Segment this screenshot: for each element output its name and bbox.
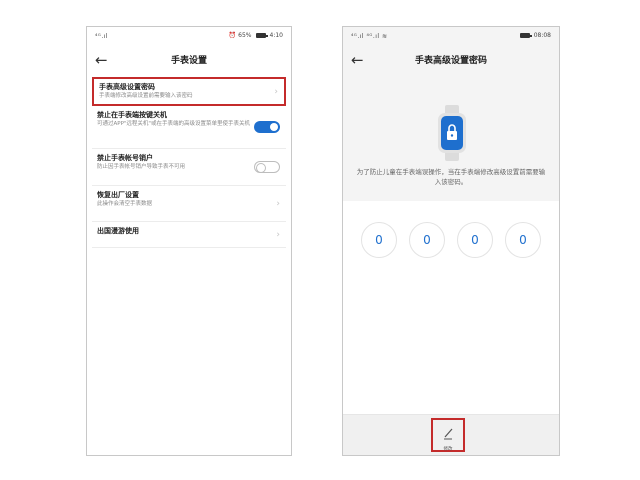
chevron-right-icon: › [276, 229, 280, 240]
clock-time: 4:10 [269, 32, 283, 39]
bottom-toolbar: 修改 [343, 414, 559, 455]
alarm-icon: ⏰ [228, 32, 237, 39]
edit-button[interactable]: 修改 [431, 418, 465, 452]
toggle-knob [256, 163, 266, 173]
setting-subtitle: 防止因手表帐号销户导致手表不可用 [97, 164, 186, 170]
title-bar: ← 手表高级设置密码 [343, 45, 559, 79]
pencil-icon [444, 428, 453, 440]
setting-title: 恢复出厂设置 [97, 191, 139, 199]
setting-item-roaming[interactable]: 出国漫游使用 › [92, 222, 286, 248]
setting-item-disable-account-deletion[interactable]: 禁止手表帐号销户 防止因手表帐号销户导致手表不可用 [92, 149, 286, 186]
password-digit: 0 [505, 222, 541, 258]
password-digits: 0 0 0 0 [361, 222, 541, 258]
toggle-switch-off[interactable] [254, 161, 280, 173]
setting-title: 禁止在手表端按键关机 [97, 111, 167, 119]
page-title: 手表设置 [170, 56, 207, 66]
signal-indicator: ⁴ᴳ.ıl [95, 33, 109, 40]
password-screen: ⁴ᴳ.ıl ⁴ᴳ.ıl ≋ 08:08 ← 手表高级设置密码 为了防止儿童在手表… [342, 26, 560, 456]
password-digit: 0 [457, 222, 493, 258]
password-description: 为了防止儿童在手表端误操作，当在手表端修改高级设置前需要输入该密码。 [356, 168, 546, 186]
setting-item-factory-reset[interactable]: 恢复出厂设置 此操作会清空手表数据 › [92, 186, 286, 222]
battery-icon [255, 33, 268, 38]
chevron-right-icon: › [274, 86, 278, 97]
setting-item-advanced-password[interactable]: 手表高级设置密码 手表端修改高级设置前需要输入该密码 › [92, 77, 286, 106]
chevron-right-icon: › [276, 198, 280, 209]
page-title: 手表高级设置密码 [414, 56, 487, 66]
clock-time: 08:08 [533, 32, 551, 39]
battery-icon [519, 33, 532, 38]
setting-item-disable-power-off[interactable]: 禁止在手表端按键关机 可通过APP"远程关机"或在手表端的高级设置菜单里使手表关… [92, 106, 286, 149]
password-digit: 0 [361, 222, 397, 258]
signal-indicator: ⁴ᴳ.ıl ⁴ᴳ.ıl ≋ [351, 33, 388, 40]
setting-title: 禁止手表帐号销户 [97, 154, 153, 162]
title-bar: ← 手表设置 [87, 45, 291, 79]
setting-subtitle: 此操作会清空手表数据 [97, 201, 153, 207]
status-bar: ⁴ᴳ.ıl ⁴ᴳ.ıl ≋ 08:08 [343, 27, 559, 45]
toggle-knob [270, 123, 278, 131]
watch-lock-icon [438, 105, 466, 161]
edit-label: 修改 [443, 447, 453, 452]
setting-subtitle: 可通过APP"远程关机"或在手表端的高级设置菜单里使手表关机 [97, 121, 250, 127]
settings-screen: ⁴ᴳ.ıl ⏰ 65% 4:10 ← 手表设置 手表高级设置密码 手表端修改高级… [86, 26, 292, 456]
battery-percent: 65% [238, 32, 252, 39]
setting-title: 手表高级设置密码 [99, 83, 155, 91]
setting-subtitle: 手表端修改高级设置前需要输入该密码 [99, 93, 193, 99]
settings-list: 手表高级设置密码 手表端修改高级设置前需要输入该密码 › 禁止在手表端按键关机 … [92, 77, 286, 248]
setting-title: 出国漫游使用 [97, 227, 139, 235]
password-digit: 0 [409, 222, 445, 258]
toggle-switch-on[interactable] [254, 121, 280, 133]
status-bar: ⁴ᴳ.ıl ⏰ 65% 4:10 [87, 27, 291, 45]
password-panel: 0 0 0 0 [343, 201, 559, 415]
